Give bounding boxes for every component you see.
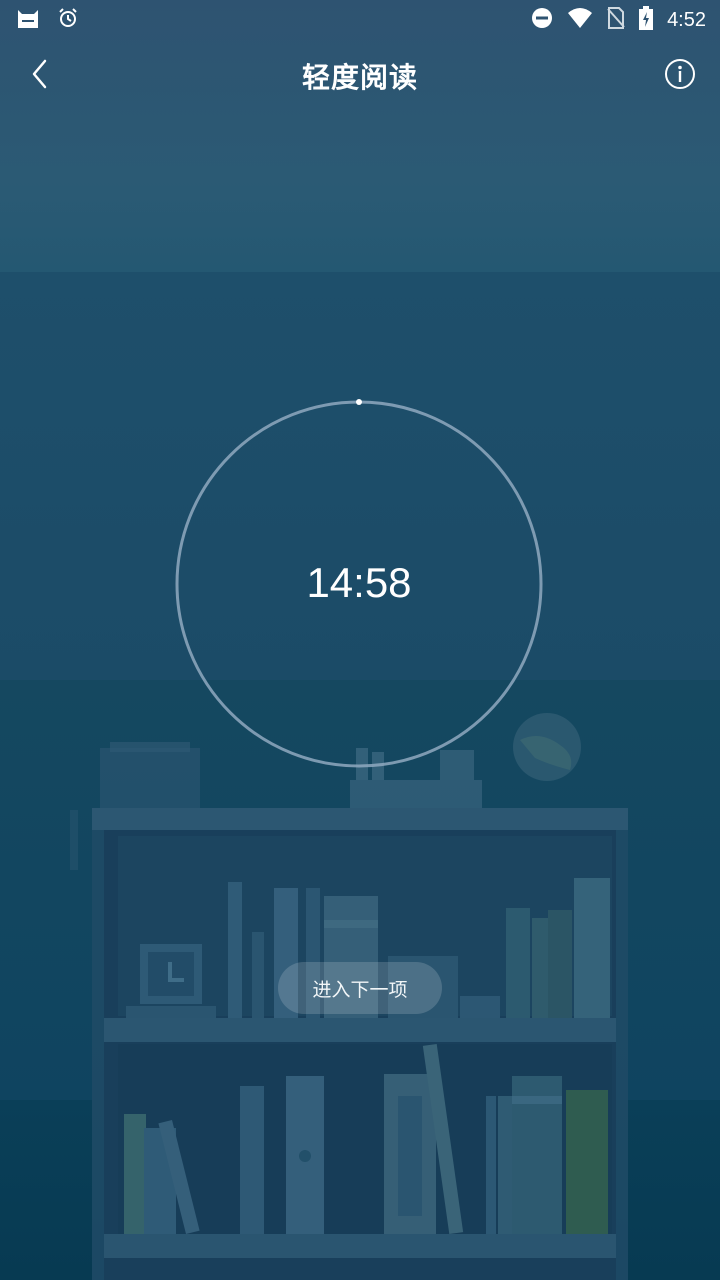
no-sim-icon: [607, 7, 625, 33]
cat-app-icon: [16, 6, 40, 34]
status-time: 4:52: [667, 8, 706, 31]
alarm-icon: [58, 8, 78, 32]
timer-display: 14:58: [306, 559, 412, 606]
status-bar: 4:52: [0, 0, 720, 38]
info-button[interactable]: [658, 54, 702, 98]
battery-charging-icon: [639, 6, 654, 34]
page-title: 轻度阅读: [301, 61, 418, 94]
info-icon: [664, 58, 696, 94]
do-not-disturb-icon: [531, 7, 553, 33]
timer: 14:58: [174, 399, 544, 769]
wifi-icon: [567, 7, 593, 33]
next-item-button[interactable]: 进入下一项: [278, 962, 442, 1014]
app-bar: 轻度阅读: [0, 40, 720, 110]
